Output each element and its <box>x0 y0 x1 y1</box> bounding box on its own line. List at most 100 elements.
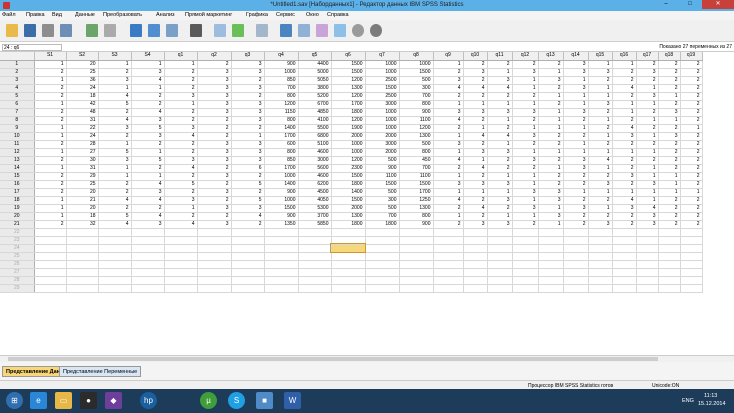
data-cell[interactable]: 1 <box>34 60 67 69</box>
data-cell[interactable]: 2 <box>164 172 198 181</box>
data-cell[interactable]: 2 <box>433 68 464 77</box>
data-cell[interactable]: 1 <box>463 188 488 197</box>
data-cell[interactable]: 3 <box>487 220 513 229</box>
row-number[interactable]: 4 <box>0 84 35 93</box>
data-cell[interactable]: 1 <box>588 188 613 197</box>
data-cell[interactable] <box>612 244 637 253</box>
data-cell[interactable]: 4 <box>463 132 488 141</box>
data-cell[interactable] <box>538 228 564 237</box>
data-cell[interactable] <box>563 244 589 253</box>
data-cell[interactable]: 3700 <box>298 212 332 221</box>
data-cell[interactable] <box>512 252 539 261</box>
data-cell[interactable]: 2 <box>658 76 681 85</box>
data-cell[interactable]: 2 <box>563 196 589 205</box>
data-cell[interactable]: 5 <box>98 148 132 157</box>
data-cell[interactable]: 3 <box>463 68 488 77</box>
data-cell[interactable] <box>298 228 332 237</box>
data-cell[interactable]: 3 <box>487 180 513 189</box>
data-cell[interactable]: 1500 <box>331 68 366 77</box>
data-grid[interactable]: S1 S2 S3 S4 q1 q2 q3 q4 q5 q6 q7 q8 q9 q10 q11 q12 q13 q1… <box>0 52 734 362</box>
corner-cell[interactable] <box>0 52 35 61</box>
data-cell[interactable]: 3 <box>612 204 637 213</box>
data-cell[interactable]: 3 <box>563 108 589 117</box>
data-cell[interactable] <box>658 276 681 285</box>
data-cell[interactable]: 1 <box>636 100 659 109</box>
data-cell[interactable]: 2 <box>487 164 513 173</box>
data-cell[interactable] <box>331 284 366 293</box>
data-cell[interactable]: 2 <box>197 212 232 221</box>
data-cell[interactable] <box>231 228 265 237</box>
data-cell[interactable]: 2 <box>231 92 265 101</box>
data-cell[interactable]: 2 <box>164 212 198 221</box>
data-cell[interactable]: 5 <box>98 100 132 109</box>
spelling-icon[interactable] <box>352 24 364 37</box>
data-cell[interactable] <box>658 252 681 261</box>
data-cell[interactable] <box>588 276 613 285</box>
data-cell[interactable] <box>231 236 265 245</box>
data-cell[interactable]: 2 <box>563 220 589 229</box>
data-cell[interactable]: 3 <box>563 156 589 165</box>
data-cell[interactable]: 2 <box>98 204 132 213</box>
data-cell[interactable]: 2 <box>658 140 681 149</box>
data-cell[interactable]: 2 <box>164 108 198 117</box>
column-header[interactable]: S4 <box>131 52 165 61</box>
data-cell[interactable]: 1000 <box>331 148 366 157</box>
data-cell[interactable] <box>680 252 703 261</box>
redo-icon[interactable] <box>104 24 116 37</box>
data-cell[interactable]: 1 <box>34 132 67 141</box>
data-cell[interactable] <box>680 260 703 269</box>
data-cell[interactable]: 1 <box>164 60 198 69</box>
data-cell[interactable] <box>331 236 366 245</box>
data-cell[interactable]: 2 <box>197 164 232 173</box>
data-cell[interactable]: 2 <box>658 124 681 133</box>
data-cell[interactable]: 2000 <box>365 132 400 141</box>
data-cell[interactable]: 3 <box>538 76 564 85</box>
data-cell[interactable]: 2 <box>463 116 488 125</box>
close-button[interactable]: ✕ <box>702 0 734 9</box>
menu-item[interactable]: Прямой маркетинг <box>185 12 232 18</box>
column-header[interactable]: q1 <box>164 52 198 61</box>
language-indicator[interactable]: ENG <box>682 398 694 404</box>
data-cell[interactable] <box>66 268 99 277</box>
data-cell[interactable]: 3 <box>98 156 132 165</box>
data-cell[interactable]: 1100 <box>365 172 400 181</box>
data-cell[interactable]: 2 <box>34 116 67 125</box>
data-cell[interactable] <box>658 260 681 269</box>
data-cell[interactable] <box>131 228 165 237</box>
data-cell[interactable] <box>563 284 589 293</box>
data-cell[interactable]: 1 <box>34 164 67 173</box>
data-cell[interactable]: 4 <box>131 212 165 221</box>
column-header[interactable]: q13 <box>538 52 564 61</box>
data-cell[interactable]: 5 <box>231 180 265 189</box>
data-cell[interactable]: 2 <box>463 92 488 101</box>
data-cell[interactable] <box>487 236 513 245</box>
data-cell[interactable]: 2 <box>197 180 232 189</box>
data-cell[interactable]: 3 <box>433 140 464 149</box>
data-cell[interactable]: 1 <box>636 188 659 197</box>
data-cell[interactable]: 2 <box>34 140 67 149</box>
save-icon[interactable] <box>24 24 36 37</box>
row-number[interactable]: 18 <box>0 196 35 205</box>
data-cell[interactable]: 1500 <box>399 180 434 189</box>
data-cell[interactable] <box>131 284 165 293</box>
data-cell[interactable] <box>66 252 99 261</box>
data-cell[interactable] <box>34 260 67 269</box>
select-cases-icon[interactable] <box>298 24 310 37</box>
data-cell[interactable]: 2 <box>538 172 564 181</box>
data-cell[interactable]: 3 <box>563 60 589 69</box>
data-cell[interactable]: 500 <box>399 76 434 85</box>
row-number[interactable]: 1 <box>0 60 35 69</box>
data-cell[interactable]: 3 <box>98 76 132 85</box>
data-cell[interactable]: 5 <box>131 156 165 165</box>
data-cell[interactable]: 2 <box>563 132 589 141</box>
data-cell[interactable]: 3 <box>487 148 513 157</box>
maximize-button[interactable]: □ <box>678 0 702 9</box>
data-cell[interactable]: 1700 <box>264 132 299 141</box>
data-cell[interactable]: 2 <box>680 164 703 173</box>
data-cell[interactable]: 2 <box>164 148 198 157</box>
undo-icon[interactable] <box>86 24 98 37</box>
data-cell[interactable]: 2 <box>658 148 681 157</box>
data-cell[interactable]: 1100 <box>399 116 434 125</box>
scrollbar-thumb[interactable] <box>8 357 658 361</box>
column-header[interactable]: q5 <box>298 52 332 61</box>
